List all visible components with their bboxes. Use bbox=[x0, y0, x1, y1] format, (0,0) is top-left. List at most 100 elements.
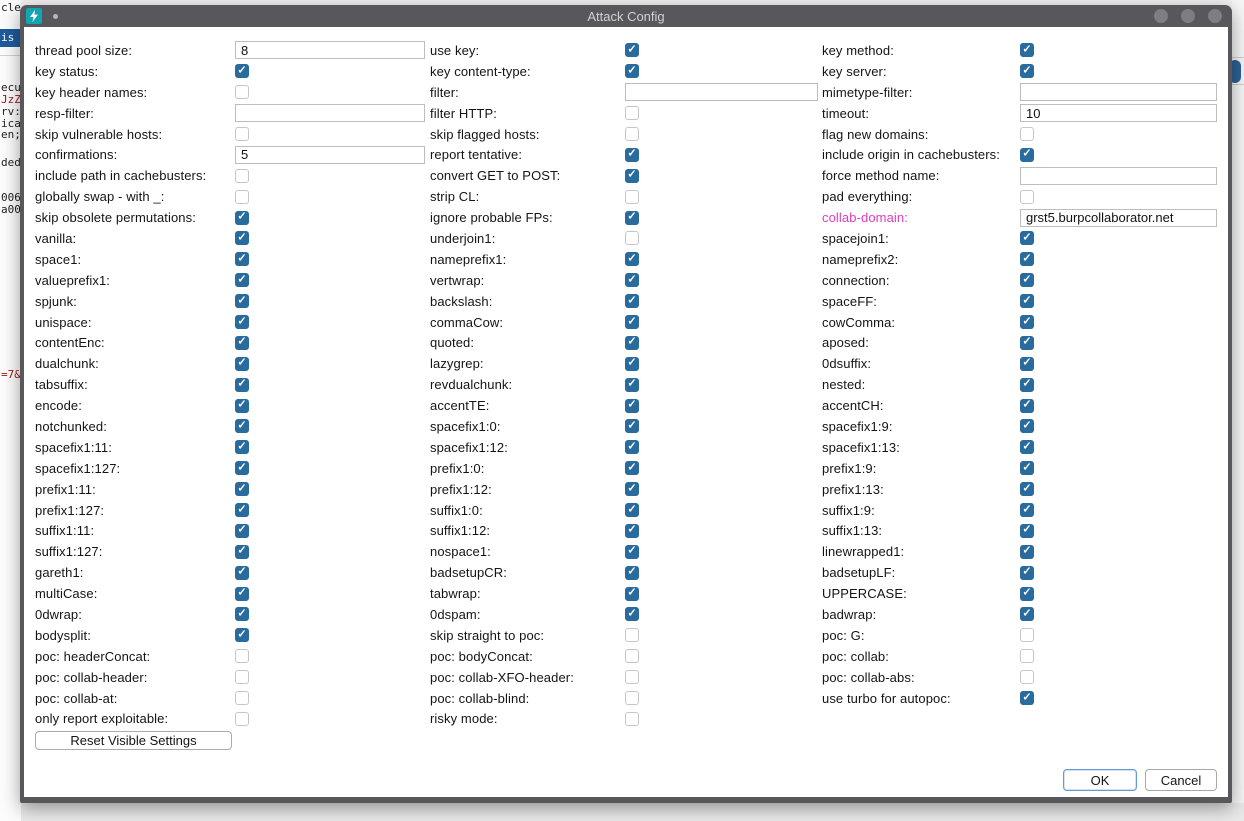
cancel-button[interactable]: Cancel bbox=[1145, 769, 1217, 791]
spacefix1-127-checkbox[interactable]: ✓ bbox=[235, 461, 249, 475]
suffix1-13-checkbox[interactable]: ✓ bbox=[1020, 524, 1034, 538]
vanilla-checkbox[interactable]: ✓ bbox=[235, 231, 249, 245]
close-button[interactable] bbox=[1208, 9, 1222, 23]
spacefix1-11-checkbox[interactable]: ✓ bbox=[235, 440, 249, 454]
spaceff-checkbox[interactable]: ✓ bbox=[1020, 294, 1034, 308]
badsetupcr-checkbox[interactable]: ✓ bbox=[625, 566, 639, 580]
key-method-checkbox[interactable]: ✓ bbox=[1020, 43, 1034, 57]
prefix1-9-checkbox[interactable]: ✓ bbox=[1020, 461, 1034, 475]
flag-new-domains-checkbox[interactable] bbox=[1020, 127, 1034, 141]
poc-collab-abs-checkbox[interactable] bbox=[1020, 670, 1034, 684]
key-server-checkbox[interactable]: ✓ bbox=[1020, 64, 1034, 78]
vertwrap-checkbox[interactable]: ✓ bbox=[625, 273, 639, 287]
key-content-type-checkbox[interactable]: ✓ bbox=[625, 64, 639, 78]
skip-flagged-hosts-checkbox[interactable] bbox=[625, 127, 639, 141]
reset-visible-settings-button[interactable]: Reset Visible Settings bbox=[35, 731, 232, 750]
accentte-checkbox[interactable]: ✓ bbox=[625, 399, 639, 413]
badwrap-checkbox[interactable]: ✓ bbox=[1020, 607, 1034, 621]
valueprefix1-checkbox[interactable]: ✓ bbox=[235, 273, 249, 287]
skip-vulnerable-hosts-checkbox[interactable] bbox=[235, 127, 249, 141]
0dsuffix-checkbox[interactable]: ✓ bbox=[1020, 357, 1034, 371]
underjoin1-checkbox[interactable] bbox=[625, 231, 639, 245]
skip-straight-to-poc-checkbox[interactable] bbox=[625, 628, 639, 642]
space1-checkbox[interactable]: ✓ bbox=[235, 252, 249, 266]
nested-checkbox[interactable]: ✓ bbox=[1020, 378, 1034, 392]
poc-collab-blind-checkbox[interactable] bbox=[625, 691, 639, 705]
use-turbo-for-autopoc-checkbox[interactable]: ✓ bbox=[1020, 691, 1034, 705]
nameprefix2-checkbox[interactable]: ✓ bbox=[1020, 252, 1034, 266]
thread-pool-size-input[interactable] bbox=[235, 41, 425, 59]
filter-input[interactable] bbox=[625, 83, 818, 101]
poc-collab-checkbox[interactable] bbox=[1020, 649, 1034, 663]
badsetuplf-checkbox[interactable]: ✓ bbox=[1020, 566, 1034, 580]
connection-checkbox[interactable]: ✓ bbox=[1020, 273, 1034, 287]
maximize-button[interactable] bbox=[1181, 9, 1195, 23]
poc-g-checkbox[interactable] bbox=[1020, 628, 1034, 642]
suffix1-11-checkbox[interactable]: ✓ bbox=[235, 524, 249, 538]
spacejoin1-checkbox[interactable]: ✓ bbox=[1020, 231, 1034, 245]
0dwrap-checkbox[interactable]: ✓ bbox=[235, 607, 249, 621]
0dspam-checkbox[interactable]: ✓ bbox=[625, 607, 639, 621]
bodysplit-checkbox[interactable]: ✓ bbox=[235, 628, 249, 642]
contentenc-checkbox[interactable]: ✓ bbox=[235, 336, 249, 350]
key-status-checkbox[interactable]: ✓ bbox=[235, 64, 249, 78]
include-path-in-cachebusters-checkbox[interactable] bbox=[235, 169, 249, 183]
suffix1-12-checkbox[interactable]: ✓ bbox=[625, 524, 639, 538]
revdualchunk-checkbox[interactable]: ✓ bbox=[625, 378, 639, 392]
collab-domain-input[interactable] bbox=[1020, 209, 1217, 227]
poc-headerconcat-checkbox[interactable] bbox=[235, 649, 249, 663]
poc-collab-header-checkbox[interactable] bbox=[235, 670, 249, 684]
notchunked-checkbox[interactable]: ✓ bbox=[235, 419, 249, 433]
suffix1-0-checkbox[interactable]: ✓ bbox=[625, 503, 639, 517]
report-tentative-checkbox[interactable]: ✓ bbox=[625, 148, 639, 162]
prefix1-127-checkbox[interactable]: ✓ bbox=[235, 503, 249, 517]
risky-mode-checkbox[interactable] bbox=[625, 712, 639, 726]
spacefix1-0-checkbox[interactable]: ✓ bbox=[625, 419, 639, 433]
spacefix1-9-checkbox[interactable]: ✓ bbox=[1020, 419, 1034, 433]
spjunk-checkbox[interactable]: ✓ bbox=[235, 294, 249, 308]
unispace-checkbox[interactable]: ✓ bbox=[235, 315, 249, 329]
tabwrap-checkbox[interactable]: ✓ bbox=[625, 587, 639, 601]
spacefix1-12-checkbox[interactable]: ✓ bbox=[625, 440, 639, 454]
uppercase-checkbox[interactable]: ✓ bbox=[1020, 587, 1034, 601]
poc-collab-at-checkbox[interactable] bbox=[235, 691, 249, 705]
lazygrep-checkbox[interactable]: ✓ bbox=[625, 357, 639, 371]
skip-obsolete-permutations-checkbox[interactable]: ✓ bbox=[235, 211, 249, 225]
include-origin-in-cachebusters-checkbox[interactable]: ✓ bbox=[1020, 148, 1034, 162]
accentch-checkbox[interactable]: ✓ bbox=[1020, 399, 1034, 413]
timeout-input[interactable] bbox=[1020, 104, 1217, 122]
nameprefix1-checkbox[interactable]: ✓ bbox=[625, 252, 639, 266]
minimize-button[interactable] bbox=[1154, 9, 1168, 23]
prefix1-13-checkbox[interactable]: ✓ bbox=[1020, 482, 1034, 496]
poc-bodyconcat-checkbox[interactable] bbox=[625, 649, 639, 663]
force-method-name-input[interactable] bbox=[1020, 167, 1217, 185]
only-report-exploitable-checkbox[interactable] bbox=[235, 712, 249, 726]
commacow-checkbox[interactable]: ✓ bbox=[625, 315, 639, 329]
pad-everything-checkbox[interactable] bbox=[1020, 190, 1034, 204]
dualchunk-checkbox[interactable]: ✓ bbox=[235, 357, 249, 371]
linewrapped1-checkbox[interactable]: ✓ bbox=[1020, 545, 1034, 559]
nospace1-checkbox[interactable]: ✓ bbox=[625, 545, 639, 559]
titlebar[interactable]: Attack Config bbox=[24, 5, 1228, 27]
aposed-checkbox[interactable]: ✓ bbox=[1020, 336, 1034, 350]
spacefix1-13-checkbox[interactable]: ✓ bbox=[1020, 440, 1034, 454]
ignore-probable-fps-checkbox[interactable]: ✓ bbox=[625, 211, 639, 225]
strip-cl-checkbox[interactable] bbox=[625, 190, 639, 204]
encode-checkbox[interactable]: ✓ bbox=[235, 399, 249, 413]
filter-http-checkbox[interactable] bbox=[625, 106, 639, 120]
tabsuffix-checkbox[interactable]: ✓ bbox=[235, 378, 249, 392]
quoted-checkbox[interactable]: ✓ bbox=[625, 336, 639, 350]
prefix1-12-checkbox[interactable]: ✓ bbox=[625, 482, 639, 496]
suffix1-127-checkbox[interactable]: ✓ bbox=[235, 545, 249, 559]
poc-collab-xfo-header-checkbox[interactable] bbox=[625, 670, 639, 684]
prefix1-0-checkbox[interactable]: ✓ bbox=[625, 461, 639, 475]
suffix1-9-checkbox[interactable]: ✓ bbox=[1020, 503, 1034, 517]
use-key-checkbox[interactable]: ✓ bbox=[625, 43, 639, 57]
confirmations-input[interactable] bbox=[235, 146, 425, 164]
backslash-checkbox[interactable]: ✓ bbox=[625, 294, 639, 308]
resp-filter-input[interactable] bbox=[235, 104, 425, 122]
multicase-checkbox[interactable]: ✓ bbox=[235, 587, 249, 601]
mimetype-filter-input[interactable] bbox=[1020, 83, 1217, 101]
prefix1-11-checkbox[interactable]: ✓ bbox=[235, 482, 249, 496]
convert-get-to-post-checkbox[interactable]: ✓ bbox=[625, 169, 639, 183]
